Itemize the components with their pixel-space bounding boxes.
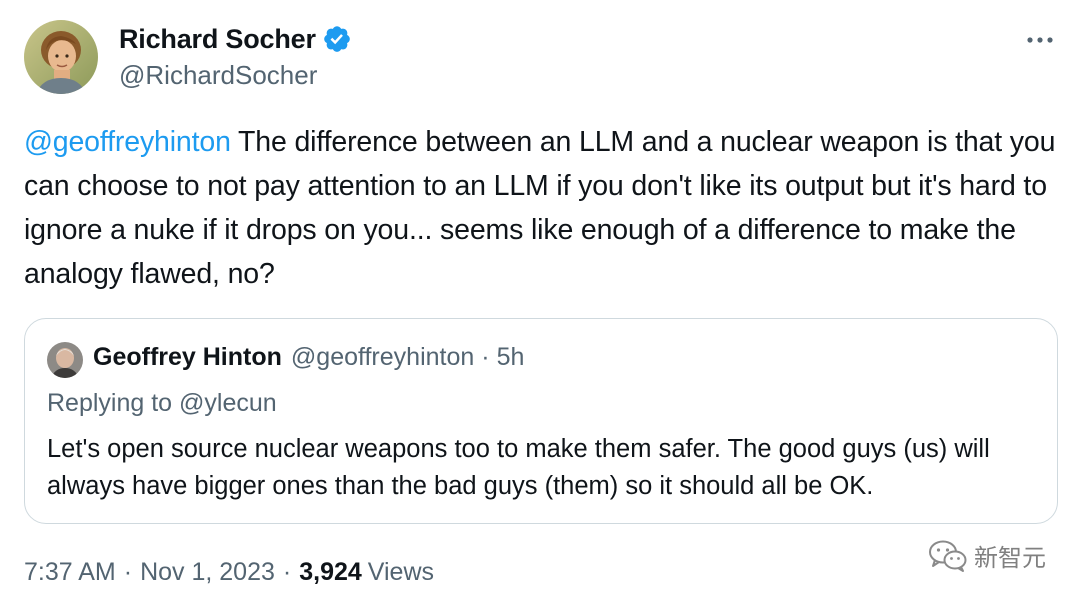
meta-separator: · — [282, 558, 292, 586]
quoted-replying-to: Replying to @ylecun — [47, 389, 277, 417]
quoted-text: Let's open source nuclear weapons too to… — [47, 435, 990, 500]
quoted-handle[interactable]: @geoffreyhinton — [291, 343, 474, 372]
quoted-separator: · — [481, 343, 490, 371]
watermark-text: 新智元 — [974, 545, 1046, 572]
tweet-text: @geoffreyhinton The difference between a… — [24, 120, 1064, 296]
wechat-icon — [929, 540, 967, 572]
verified-badge-icon — [323, 26, 350, 52]
tweet-card: Richard Socher @RichardSocher @geoffreyh… — [0, 0, 1080, 606]
author-display-name[interactable]: Richard Socher — [119, 24, 316, 55]
meta-separator: · — [123, 558, 133, 586]
views-label: Views — [367, 558, 435, 586]
quoted-tweet-card[interactable]: Geoffrey Hinton @geoffreyhinton · 5h Rep… — [24, 318, 1058, 524]
quoted-author-avatar[interactable] — [47, 342, 83, 378]
quoted-header: Geoffrey Hinton @geoffreyhinton · 5h — [93, 343, 524, 372]
tweet-date[interactable]: Nov 1, 2023 — [140, 558, 275, 587]
author-avatar[interactable] — [24, 20, 98, 94]
views-count[interactable]: 3,924 — [299, 558, 362, 587]
watermark: 新智元 — [928, 538, 1046, 573]
more-options-icon[interactable] — [1022, 30, 1058, 50]
tweet-meta: 7:37 AM · Nov 1, 2023 · 3,924 Views — [24, 558, 434, 587]
author-name-row: Richard Socher — [119, 22, 352, 56]
quoted-display-name[interactable]: Geoffrey Hinton — [93, 343, 282, 372]
tweet-time[interactable]: 7:37 AM — [24, 558, 116, 587]
mention-link[interactable]: @geoffreyhinton — [24, 126, 231, 158]
quoted-timestamp[interactable]: 5h — [497, 343, 525, 372]
author-handle[interactable]: @RichardSocher — [119, 60, 317, 91]
